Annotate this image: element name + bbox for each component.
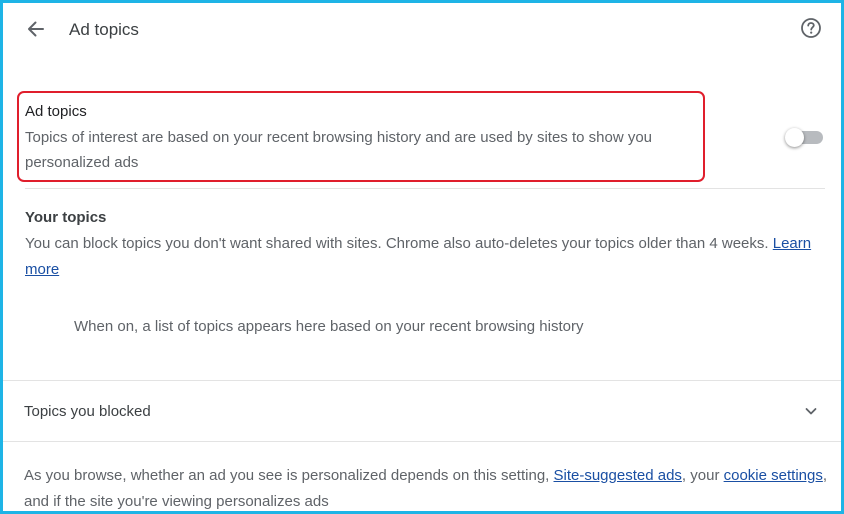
ad-topics-title: Ad topics — [25, 103, 87, 120]
help-button[interactable] — [799, 16, 823, 40]
topics-blocked-expander[interactable]: Topics you blocked — [3, 381, 841, 441]
topics-empty-state: When on, a list of topics appears here b… — [74, 318, 584, 335]
divider — [3, 441, 841, 442]
footer-text-1: As you browse, whether an ad you see is … — [24, 467, 550, 484]
page-header: Ad topics — [3, 3, 841, 55]
topics-blocked-label: Topics you blocked — [24, 403, 151, 420]
footer-text-2: , your — [681, 467, 720, 484]
settings-page: Ad topics Ad topics Topics of interest a… — [0, 0, 844, 514]
page-title: Ad topics — [69, 20, 139, 39]
your-topics-description: You can block topics you don't want shar… — [25, 231, 815, 283]
ad-topics-toggle-row: Ad topics Topics of interest are based o… — [17, 91, 825, 189]
your-topics-heading: Your topics — [25, 209, 107, 226]
footer-description: As you browse, whether an ad you see is … — [24, 463, 829, 511]
your-topics-text: You can block topics you don't want shar… — [25, 235, 769, 252]
help-circle-icon — [801, 18, 821, 38]
divider — [25, 188, 825, 189]
chevron-down-icon — [805, 408, 817, 415]
ad-topics-description: Topics of interest are based on your rec… — [25, 129, 653, 171]
site-suggested-ads-link[interactable]: Site-suggested ads — [554, 467, 682, 484]
cookie-settings-link[interactable]: cookie settings — [724, 467, 823, 484]
arrow-left-icon — [28, 21, 44, 37]
ad-topics-toggle[interactable] — [785, 128, 823, 147]
toggle-knob — [785, 128, 804, 147]
back-button[interactable] — [23, 16, 49, 42]
